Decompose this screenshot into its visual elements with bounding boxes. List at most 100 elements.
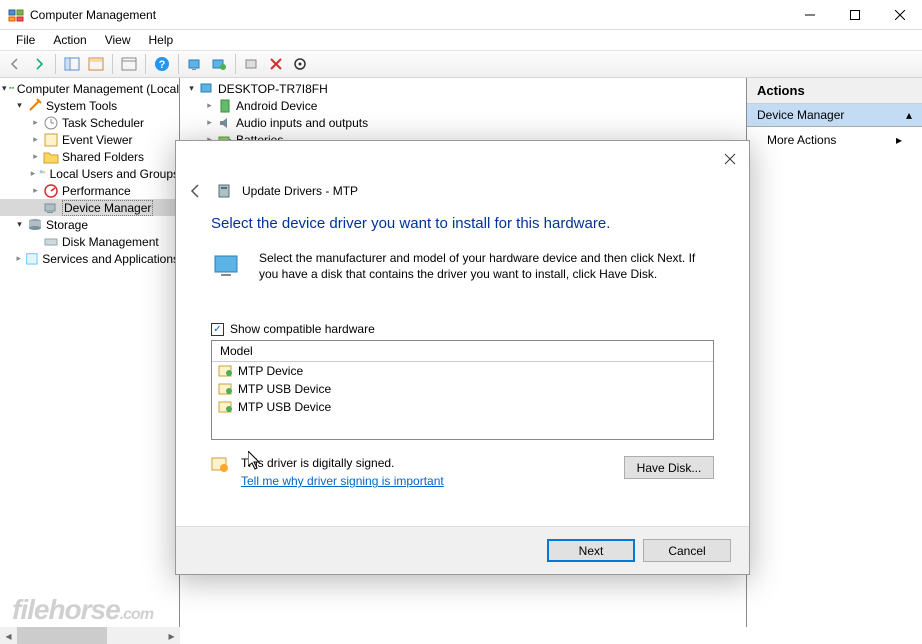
menu-action[interactable]: Action (45, 31, 94, 49)
chevron-down-icon[interactable]: ▾ (186, 83, 197, 94)
next-button[interactable]: Next (547, 539, 635, 562)
tree-services-apps[interactable]: ▸ Services and Applications (0, 250, 179, 267)
left-tree-pane: ▾ Computer Management (Local ▾ System To… (0, 78, 180, 627)
tree-root[interactable]: ▾ Computer Management (Local (0, 80, 179, 97)
update-drivers-dialog: Update Drivers - MTP Select the device d… (175, 140, 750, 575)
show-compatible-row[interactable]: ✓ Show compatible hardware (211, 322, 714, 336)
scroll-track[interactable] (17, 627, 163, 644)
have-disk-button[interactable]: Have Disk... (624, 456, 714, 479)
chevron-right-icon[interactable]: ▸ (30, 185, 41, 196)
chevron-right-icon[interactable]: ▸ (204, 117, 215, 128)
show-hide-tree-button[interactable] (61, 53, 83, 75)
chevron-down-icon[interactable]: ▾ (14, 100, 25, 111)
model-item[interactable]: MTP USB Device (212, 380, 713, 398)
scroll-thumb[interactable] (17, 627, 107, 644)
scan-button[interactable] (184, 53, 206, 75)
model-label: MTP USB Device (238, 400, 331, 414)
chevron-right-icon[interactable]: ▸ (30, 117, 41, 128)
toolbar-separator (145, 54, 146, 74)
menu-file[interactable]: File (8, 31, 43, 49)
properties-button[interactable] (85, 53, 107, 75)
android-icon (217, 98, 233, 114)
actions-section-label: Device Manager (757, 108, 844, 122)
back-button[interactable] (4, 53, 26, 75)
tree-local-users[interactable]: ▸ Local Users and Groups (0, 165, 179, 182)
horizontal-scrollbar[interactable]: ◂ ▸ (0, 627, 180, 644)
dialog-close-button[interactable] (721, 150, 739, 168)
device-manager-icon (43, 200, 59, 216)
device-audio[interactable]: ▸ Audio inputs and outputs (180, 114, 746, 131)
chevron-right-icon[interactable]: ▸ (204, 100, 215, 111)
chevron-right-icon[interactable]: ▸ (30, 134, 41, 145)
device-signed-icon (218, 382, 234, 396)
storage-icon (27, 217, 43, 233)
tree-disk-management[interactable]: Disk Management (0, 233, 179, 250)
tree-label: Task Scheduler (62, 116, 144, 130)
dialog-footer: Next Cancel (176, 526, 749, 574)
device-signed-icon (218, 364, 234, 378)
toolbar-separator (178, 54, 179, 74)
driver-icon (216, 183, 232, 199)
menu-view[interactable]: View (97, 31, 139, 49)
export-button[interactable] (118, 53, 140, 75)
pc-icon (199, 81, 215, 97)
event-icon (43, 132, 59, 148)
maximize-button[interactable] (832, 0, 877, 30)
tree-storage[interactable]: ▾ Storage (0, 216, 179, 233)
dialog-info: Select the manufacturer and model of you… (211, 250, 714, 282)
tree-label: Disk Management (62, 235, 159, 249)
show-compatible-label: Show compatible hardware (230, 322, 375, 336)
device-computer[interactable]: ▾ DESKTOP-TR7I8FH (180, 80, 746, 97)
toolbar-separator (112, 54, 113, 74)
dialog-info-text: Select the manufacturer and model of you… (259, 250, 714, 282)
computer-management-icon (9, 81, 14, 97)
forward-button[interactable] (28, 53, 50, 75)
device-label: Audio inputs and outputs (236, 116, 368, 130)
tree-task-scheduler[interactable]: ▸ Task Scheduler (0, 114, 179, 131)
actions-more-label: More Actions (767, 133, 836, 147)
device-label: Android Device (236, 99, 317, 113)
help-button[interactable]: ? (151, 53, 173, 75)
tree-performance[interactable]: ▸ Performance (0, 182, 179, 199)
tree-shared-folders[interactable]: ▸ Shared Folders (0, 148, 179, 165)
signing-link[interactable]: Tell me why driver signing is important (241, 474, 444, 488)
tree-label: Event Viewer (62, 133, 132, 147)
cancel-button[interactable]: Cancel (643, 539, 731, 562)
device-android[interactable]: ▸ Android Device (180, 97, 746, 114)
chevron-right-icon[interactable]: ▸ (14, 253, 23, 264)
chevron-down-icon[interactable]: ▾ (14, 219, 25, 230)
dialog-headline: Select the device driver you want to ins… (211, 215, 714, 232)
services-icon (25, 251, 39, 267)
minimize-button[interactable] (787, 0, 832, 30)
menu-help[interactable]: Help (141, 31, 182, 49)
disable-button[interactable] (265, 53, 287, 75)
tree-label: Local Users and Groups (50, 167, 179, 181)
chevron-right-icon[interactable]: ▸ (30, 168, 36, 179)
users-icon (38, 166, 47, 182)
model-item[interactable]: MTP USB Device (212, 398, 713, 416)
performance-icon (43, 183, 59, 199)
update-driver-button[interactable] (208, 53, 230, 75)
scroll-left-button[interactable]: ◂ (0, 627, 17, 644)
show-compatible-checkbox[interactable]: ✓ (211, 323, 224, 336)
tree-system-tools[interactable]: ▾ System Tools (0, 97, 179, 114)
dialog-back-button[interactable] (186, 181, 206, 201)
chevron-down-icon[interactable]: ▾ (2, 83, 7, 94)
device-signed-icon (218, 400, 234, 414)
certificate-icon (211, 457, 229, 473)
toolbar-separator (235, 54, 236, 74)
clock-icon (43, 115, 59, 131)
chevron-right-icon[interactable]: ▸ (30, 151, 41, 162)
tree-event-viewer[interactable]: ▸ Event Viewer (0, 131, 179, 148)
actions-more[interactable]: More Actions ▸ (747, 127, 922, 153)
uninstall-button[interactable] (241, 53, 263, 75)
tree-device-manager[interactable]: Device Manager (0, 199, 179, 216)
tree-spacer (30, 236, 41, 247)
model-item[interactable]: MTP Device (212, 362, 713, 380)
tree-label: Storage (46, 218, 88, 232)
actions-section[interactable]: Device Manager ▴ (747, 104, 922, 127)
close-button[interactable] (877, 0, 922, 30)
signed-row: This driver is digitally signed. Tell me… (211, 456, 714, 488)
scan-changes-button[interactable] (289, 53, 311, 75)
scroll-right-button[interactable]: ▸ (163, 627, 180, 644)
